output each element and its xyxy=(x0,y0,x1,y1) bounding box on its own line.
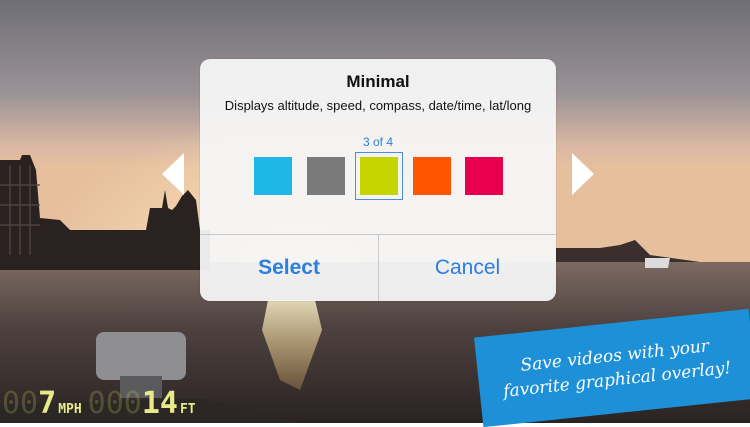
altitude-dim-digits: 000 xyxy=(87,386,142,421)
select-button[interactable]: Select xyxy=(200,235,378,301)
color-swatch-red[interactable] xyxy=(465,157,503,195)
dialog-description: Displays altitude, speed, compass, date/… xyxy=(224,98,532,113)
color-swatch-lime[interactable] xyxy=(355,152,403,200)
altitude-value: 14 xyxy=(141,386,178,421)
speed-value: 7 xyxy=(38,386,57,421)
overlay-selection-dialog: Minimal Displays altitude, speed, compas… xyxy=(200,59,556,301)
color-swatch-blue[interactable] xyxy=(254,157,292,195)
color-swatch-row xyxy=(200,152,556,200)
dialog-title: Minimal xyxy=(346,72,410,91)
speed-dim-digits: 00 xyxy=(2,386,39,421)
altitude-unit: FT xyxy=(179,402,196,417)
color-swatch-orange[interactable] xyxy=(413,157,451,195)
color-swatch-gray[interactable] xyxy=(307,157,345,195)
page-counter: 3 of 4 xyxy=(362,135,394,149)
promo-text: Save videos with your favorite graphical… xyxy=(502,336,733,402)
chevron-left-icon[interactable] xyxy=(162,153,186,195)
cancel-button[interactable]: Cancel xyxy=(379,235,556,301)
speed-altitude-hud: 00 7 MPH 000 14 FT xyxy=(2,385,202,421)
chevron-right-icon[interactable] xyxy=(572,153,596,195)
speed-unit: MPH xyxy=(58,402,82,417)
